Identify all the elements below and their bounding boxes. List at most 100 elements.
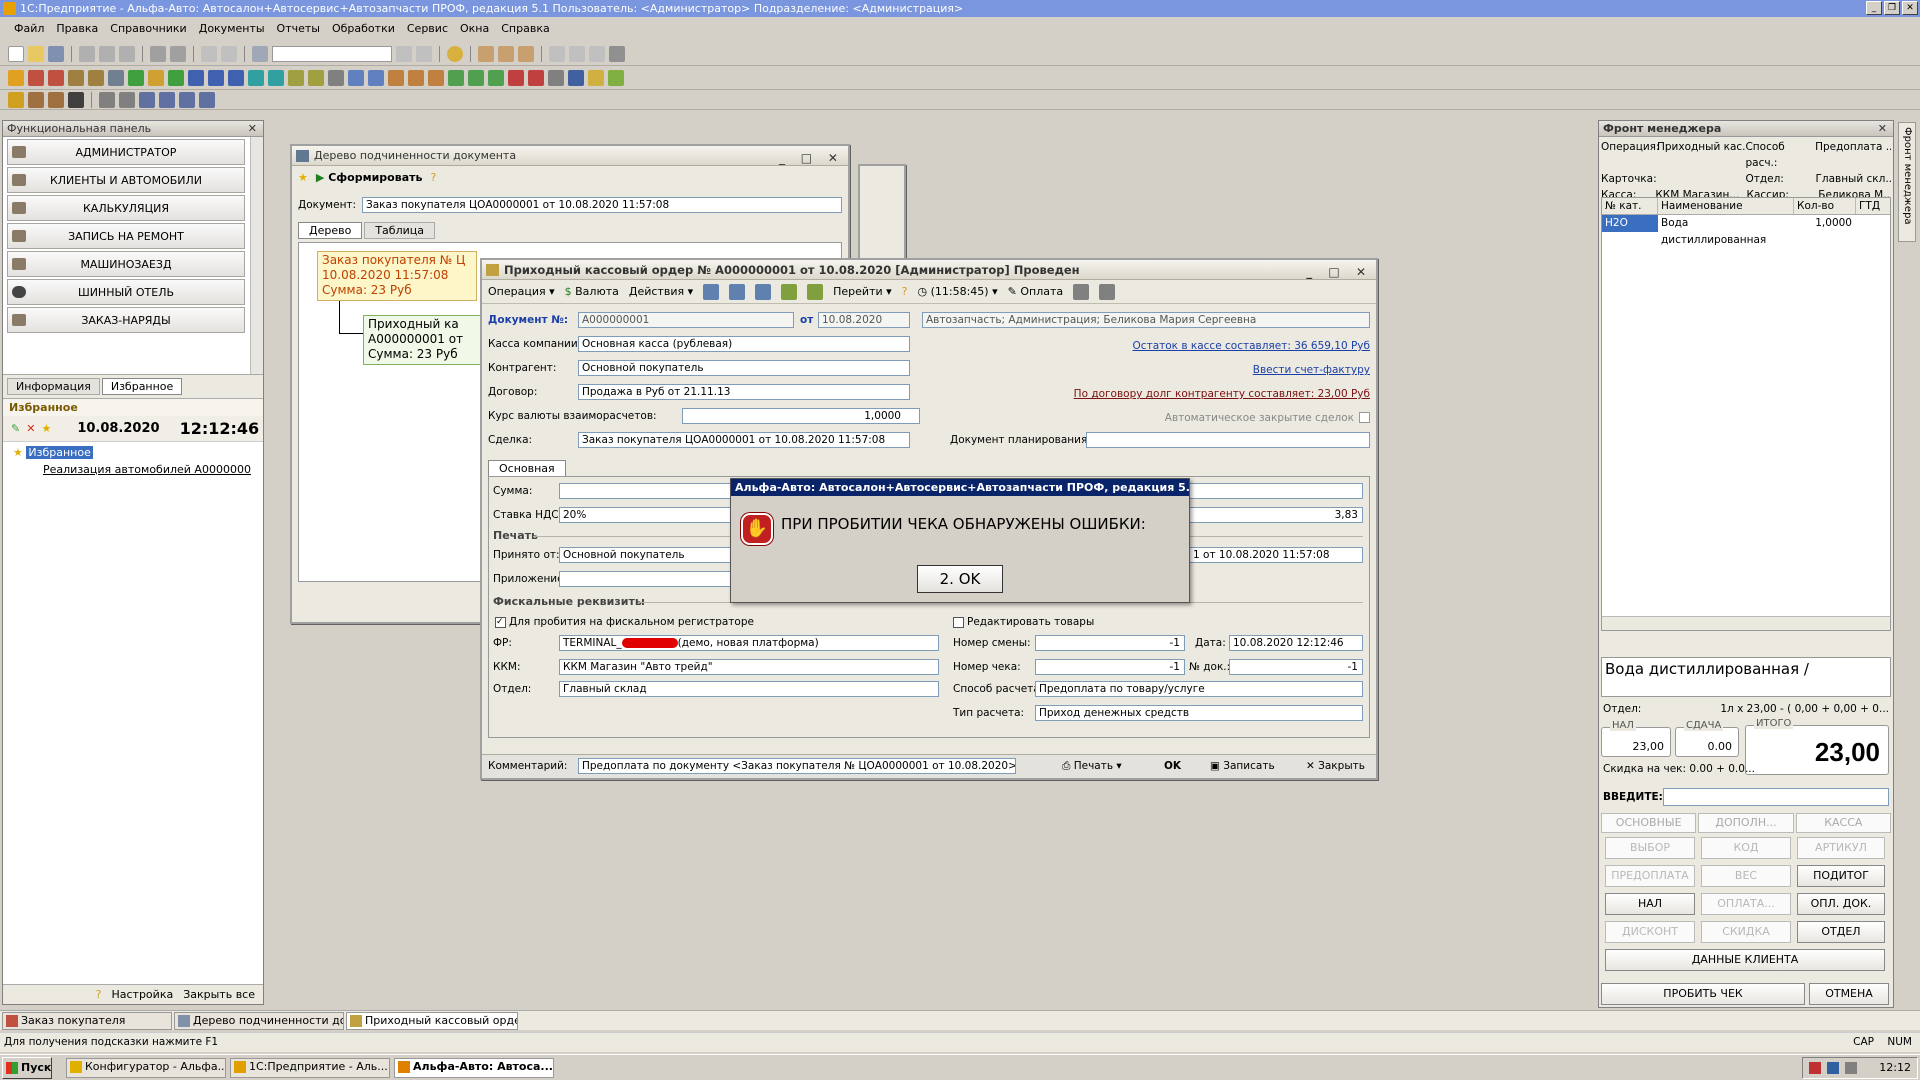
tab-tree[interactable]: Дерево bbox=[298, 222, 363, 239]
save-button[interactable]: ▣ Записать bbox=[1210, 760, 1275, 772]
close-icon[interactable]: ✕ bbox=[248, 121, 257, 137]
subtotal-button[interactable]: ПОДИТОГ bbox=[1797, 865, 1885, 887]
transfer-icon[interactable] bbox=[288, 69, 304, 86]
nav-work-orders[interactable]: ЗАКАЗ-НАРЯДЫ bbox=[7, 307, 245, 333]
cash-field[interactable]: Основная касса (рублевая) bbox=[578, 336, 910, 352]
garage-icon[interactable] bbox=[28, 69, 44, 86]
tab-basic[interactable]: ОСНОВНЫЕ bbox=[1601, 813, 1697, 833]
department-button[interactable]: ОТДЕЛ bbox=[1797, 921, 1885, 943]
restore-button[interactable]: ❐ bbox=[1884, 1, 1900, 15]
task-configurator[interactable]: Конфигуратор - Альфа... bbox=[66, 1058, 226, 1078]
repair-icon[interactable] bbox=[88, 69, 104, 86]
debt-link[interactable]: По договору долг контрагенту составляет:… bbox=[1074, 388, 1370, 400]
tree-root[interactable]: ★ Избранное bbox=[13, 446, 253, 459]
payway-field[interactable]: Предоплата по товару/услуге bbox=[1035, 681, 1363, 697]
cash-button[interactable]: НАЛ bbox=[1605, 893, 1695, 915]
filter-icon[interactable] bbox=[548, 69, 564, 86]
money-icon[interactable] bbox=[128, 69, 144, 86]
tools-icon[interactable] bbox=[609, 45, 625, 62]
nav-tire-hotel[interactable]: ШИННЫЙ ОТЕЛЬ bbox=[7, 279, 245, 305]
settings-button[interactable]: Настройка bbox=[111, 988, 173, 1001]
tire-icon[interactable] bbox=[28, 91, 44, 108]
tab-table[interactable]: Таблица bbox=[364, 222, 435, 239]
folder-icon[interactable] bbox=[588, 69, 604, 86]
payment-button[interactable]: ✎ Оплата bbox=[1008, 285, 1064, 298]
fr-field[interactable]: TERMINAL_ (демо, новая платформа) bbox=[559, 635, 939, 651]
wheel-icon[interactable] bbox=[48, 91, 64, 108]
task-alfa[interactable]: Альфа-Авто: Автоса... bbox=[394, 1058, 554, 1078]
vat-amount-field[interactable]: 3,83 bbox=[1189, 507, 1363, 523]
enter-input[interactable] bbox=[1663, 788, 1889, 806]
menu-documents[interactable]: Документы bbox=[199, 22, 265, 35]
inventory-icon[interactable] bbox=[308, 69, 324, 86]
open-icon[interactable] bbox=[28, 45, 44, 62]
tray-icon[interactable] bbox=[1827, 1062, 1839, 1074]
contragent-field[interactable]: Основной покупатель bbox=[578, 360, 910, 376]
tray-icon[interactable] bbox=[1845, 1062, 1857, 1074]
table-icon[interactable] bbox=[1099, 283, 1116, 300]
doc-no-field[interactable]: А000000001 bbox=[578, 312, 794, 328]
settings-icon[interactable] bbox=[608, 69, 624, 86]
tray-icon[interactable] bbox=[1809, 1062, 1821, 1074]
menu-file[interactable]: Файл bbox=[14, 22, 44, 35]
hammer-icon[interactable] bbox=[119, 91, 135, 108]
invoice3-icon[interactable] bbox=[428, 69, 444, 86]
help-icon[interactable]: ? bbox=[430, 171, 436, 184]
plan-icon[interactable] bbox=[448, 69, 464, 86]
menu-catalogs[interactable]: Справочники bbox=[110, 22, 186, 35]
tree-node-receipt[interactable]: Приходный ка А000000001 от Сумма: 23 Руб bbox=[363, 315, 483, 365]
workshop-icon[interactable] bbox=[48, 69, 64, 86]
help-icon[interactable]: ? bbox=[96, 988, 102, 1001]
delete-icon[interactable]: ✕ bbox=[26, 422, 35, 435]
task-enterprise[interactable]: 1С:Предприятие - Аль... bbox=[230, 1058, 390, 1078]
cash-balance-link[interactable]: Остаток в кассе составляет: 36 659,10 Ру… bbox=[1133, 340, 1370, 352]
preview-icon[interactable] bbox=[170, 45, 186, 62]
currency-button[interactable]: $ Валюта bbox=[565, 285, 619, 298]
move-icon[interactable] bbox=[268, 69, 284, 86]
start-button[interactable]: Пуск bbox=[2, 1057, 52, 1079]
wtab-order[interactable]: Заказ покупателя bbox=[2, 1012, 172, 1030]
parts-icon[interactable] bbox=[68, 69, 84, 86]
nav-repair-booking[interactable]: ЗАПИСЬ НА РЕМОНТ bbox=[7, 223, 245, 249]
doc-c-icon[interactable] bbox=[179, 91, 195, 108]
pay-doc-button[interactable]: ОПЛ. ДОК. bbox=[1797, 893, 1885, 915]
favorite-icon[interactable]: ★ bbox=[298, 171, 308, 184]
menu-help[interactable]: Справка bbox=[501, 22, 549, 35]
car-icon[interactable] bbox=[8, 69, 24, 86]
help-icon[interactable]: ? bbox=[902, 285, 908, 298]
plan3-icon[interactable] bbox=[488, 69, 504, 86]
tab-additional[interactable]: ДОПОЛН... bbox=[1698, 813, 1794, 833]
print-check-button[interactable]: ПРОБИТЬ ЧЕК bbox=[1601, 983, 1805, 1005]
menu-reports[interactable]: Отчеты bbox=[277, 22, 320, 35]
received-field[interactable]: Основной покупатель bbox=[559, 547, 739, 563]
doc3-icon[interactable] bbox=[228, 69, 244, 86]
check-field[interactable]: -1 bbox=[1035, 659, 1185, 675]
sum-field[interactable] bbox=[559, 483, 739, 499]
nav-calculation[interactable]: КАЛЬКУЛЯЦИЯ bbox=[7, 195, 245, 221]
memory-plus-icon[interactable] bbox=[569, 45, 585, 62]
tab-info[interactable]: Информация bbox=[7, 378, 100, 395]
weight-button[interactable]: ВЕС bbox=[1701, 865, 1791, 887]
nav-clients[interactable]: КЛИЕНТЫ И АВТОМОБИЛИ bbox=[7, 167, 245, 193]
find-icon[interactable] bbox=[252, 45, 268, 62]
doc2-icon[interactable] bbox=[208, 69, 224, 86]
comment-field[interactable]: Предоплата по документу <Заказ покупател… bbox=[578, 758, 1016, 774]
invoice-link[interactable]: Ввести счет-фактуру bbox=[1253, 364, 1370, 376]
cancel-button[interactable]: ОТМЕНА bbox=[1809, 983, 1889, 1005]
copy-doc-icon[interactable] bbox=[781, 283, 798, 300]
wrench-icon[interactable] bbox=[99, 91, 115, 108]
alert-icon[interactable] bbox=[8, 91, 24, 108]
undo-icon[interactable] bbox=[201, 45, 217, 62]
tab-favorites[interactable]: Избранное bbox=[101, 378, 183, 395]
rate-field[interactable]: 1,0000 bbox=[682, 408, 920, 424]
basis-field[interactable]: 1 от 10.08.2020 11:57:08 bbox=[1189, 547, 1363, 563]
discount-button[interactable]: СКИДКА bbox=[1701, 921, 1791, 943]
menu-processing[interactable]: Обработки bbox=[332, 22, 395, 35]
tree-window-controls[interactable]: _ □ ✕ bbox=[779, 148, 844, 168]
table-hscroll[interactable] bbox=[1602, 616, 1890, 630]
operation-menu[interactable]: Операция ▾ bbox=[488, 285, 555, 298]
doc-b-icon[interactable] bbox=[159, 91, 175, 108]
print-button[interactable]: ⎙ Печать ▾ bbox=[1062, 760, 1122, 773]
org-field[interactable]: Автозапчасть; Администрация; Беликова Ма… bbox=[922, 312, 1370, 328]
menu-service[interactable]: Сервис bbox=[407, 22, 448, 35]
